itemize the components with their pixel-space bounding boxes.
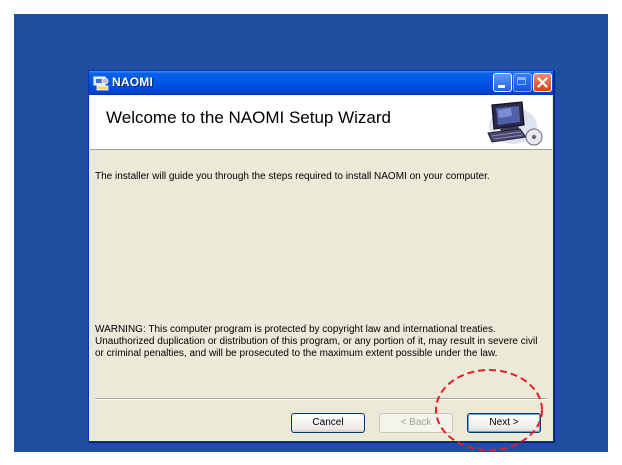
intro-text: The installer will guide you through the… xyxy=(95,171,490,182)
computer-cd-icon xyxy=(480,99,546,147)
warning-line: or criminal penalties, and will be prose… xyxy=(95,348,498,359)
installer-app-icon xyxy=(93,75,109,91)
window-title: NAOMI xyxy=(112,75,153,89)
title-bar[interactable]: NAOMI xyxy=(89,71,553,95)
warning-line: WARNING: This computer program is protec… xyxy=(95,324,496,335)
next-button-highlight xyxy=(435,369,543,451)
wizard-title: Welcome to the NAOMI Setup Wizard xyxy=(106,108,392,127)
maximize-icon xyxy=(513,73,532,92)
warning-line: Unauthorized duplication or distribution… xyxy=(95,336,538,347)
wizard-header: Welcome to the NAOMI Setup Wizard xyxy=(90,95,552,150)
minimize-icon[interactable] xyxy=(493,73,512,92)
copyright-warning: WARNING: This computer program is protec… xyxy=(95,324,545,360)
cancel-button[interactable]: Cancel xyxy=(291,413,365,433)
close-icon[interactable] xyxy=(533,73,552,92)
